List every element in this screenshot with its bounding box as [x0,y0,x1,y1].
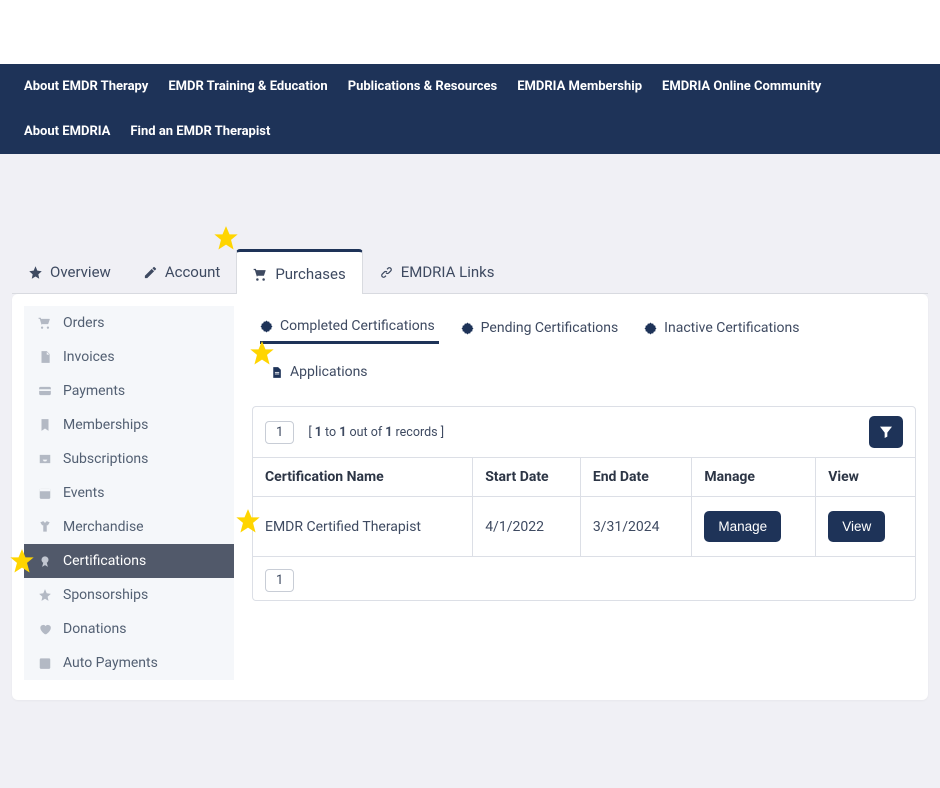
sidebar: Orders Invoices Payments Memberships Sub… [24,306,234,680]
records-summary: [ 1 to 1 out of 1 records ] [308,425,444,440]
sidebar-item-label: Certifications [63,553,146,569]
col-start-date[interactable]: Start Date [473,458,581,497]
main-area: Completed Certifications Pending Certifi… [252,306,916,680]
certifications-table: Certification Name Start Date End Date M… [253,457,915,557]
tab-overview-label: Overview [50,263,111,281]
file-icon [38,350,52,364]
sidebar-item-memberships[interactable]: Memberships [24,408,234,442]
subtab-pending[interactable]: Pending Certifications [461,312,623,344]
cert-subtabs-row2: Applications [252,356,916,388]
col-manage[interactable]: Manage [692,458,816,497]
tab-account[interactable]: Account [127,249,237,293]
tab-links-label: EMDRIA Links [401,263,495,281]
manage-button[interactable]: Manage [704,511,781,542]
tab-purchases[interactable]: Purchases [236,249,362,294]
seal-icon [38,554,52,568]
cart-icon [253,267,268,282]
sidebar-item-payments[interactable]: Payments [24,374,234,408]
certifications-table-box: 1 [ 1 to 1 out of 1 records ] Certificat… [252,406,916,601]
sidebar-item-sponsorships[interactable]: Sponsorships [24,578,234,612]
sidebar-item-label: Donations [63,621,126,637]
nav-about-emdria[interactable]: About EMDRIA [14,109,120,154]
page-current-bottom[interactable]: 1 [265,569,294,592]
nav-membership[interactable]: EMDRIA Membership [507,64,652,109]
seal-icon [644,322,657,335]
cart-icon [38,316,52,330]
sidebar-item-auto-payments[interactable]: Auto Payments [24,646,234,680]
sidebar-item-label: Payments [63,383,125,399]
file-icon [270,366,283,379]
calendar-icon [38,486,52,500]
funnel-icon [878,424,894,440]
edit-icon [143,265,158,280]
tab-overview[interactable]: Overview [12,249,127,293]
subtab-label: Completed Certifications [280,318,435,334]
heart-icon [38,622,52,636]
subtab-label: Inactive Certifications [664,320,799,336]
nav-training[interactable]: EMDR Training & Education [158,64,337,109]
inbox-icon [38,452,52,466]
sidebar-item-label: Merchandise [63,519,144,535]
link-icon [379,265,394,280]
subtab-inactive[interactable]: Inactive Certifications [644,312,803,344]
nav-find-therapist[interactable]: Find an EMDR Therapist [120,109,280,154]
tshirt-icon [38,520,52,534]
sidebar-item-label: Orders [63,315,105,331]
cell-cert-name: EMDR Certified Therapist [253,497,473,557]
sidebar-item-orders[interactable]: Orders [24,306,234,340]
col-view[interactable]: View [816,458,915,497]
subtab-completed[interactable]: Completed Certifications [260,309,439,344]
card-icon [38,384,52,398]
bookmark-icon [38,418,52,432]
content-panel: Orders Invoices Payments Memberships Sub… [12,294,928,700]
sidebar-item-label: Auto Payments [63,655,158,671]
tab-account-label: Account [165,263,221,281]
view-button[interactable]: View [828,511,885,542]
calendar-icon [38,656,52,670]
table-header-row: Certification Name Start Date End Date M… [253,458,915,497]
pager-bottom: 1 [253,557,915,600]
sidebar-item-label: Subscriptions [63,451,148,467]
pager-top: 1 [ 1 to 1 out of 1 records ] [253,407,915,457]
cell-start-date: 4/1/2022 [473,497,581,557]
subtab-label: Pending Certifications [481,320,619,336]
sidebar-item-events[interactable]: Events [24,476,234,510]
table-row: EMDR Certified Therapist 4/1/2022 3/31/2… [253,497,915,557]
tab-purchases-label: Purchases [275,265,345,283]
seal-icon [260,320,273,333]
nav-community[interactable]: EMDRIA Online Community [652,64,831,109]
star-icon [28,265,43,280]
nav-about-therapy[interactable]: About EMDR Therapy [14,64,158,109]
sidebar-item-label: Invoices [63,349,115,365]
cell-manage: Manage [692,497,816,557]
sidebar-item-donations[interactable]: Donations [24,612,234,646]
cell-end-date: 3/31/2024 [580,497,692,557]
sidebar-item-label: Sponsorships [63,587,148,603]
page-current[interactable]: 1 [265,421,294,444]
col-cert-name[interactable]: Certification Name [253,458,473,497]
star-icon [38,588,52,602]
cell-view: View [816,497,915,557]
sidebar-item-merchandise[interactable]: Merchandise [24,510,234,544]
sidebar-item-subscriptions[interactable]: Subscriptions [24,442,234,476]
subtab-applications[interactable]: Applications [270,356,372,388]
nav-publications[interactable]: Publications & Resources [338,64,508,109]
sidebar-item-certifications[interactable]: Certifications [24,544,234,578]
subtab-label: Applications [290,364,368,380]
primary-nav: About EMDR Therapy EMDR Training & Educa… [0,64,940,154]
sidebar-item-invoices[interactable]: Invoices [24,340,234,374]
tab-links[interactable]: EMDRIA Links [363,249,511,293]
col-end-date[interactable]: End Date [580,458,692,497]
filter-button[interactable] [869,416,903,448]
main-tabs: Overview Account Purchases EMDRIA Links [12,249,928,294]
sidebar-item-label: Memberships [63,417,148,433]
cert-subtabs: Completed Certifications Pending Certifi… [252,312,916,344]
sidebar-item-label: Events [63,485,104,501]
seal-icon [461,322,474,335]
